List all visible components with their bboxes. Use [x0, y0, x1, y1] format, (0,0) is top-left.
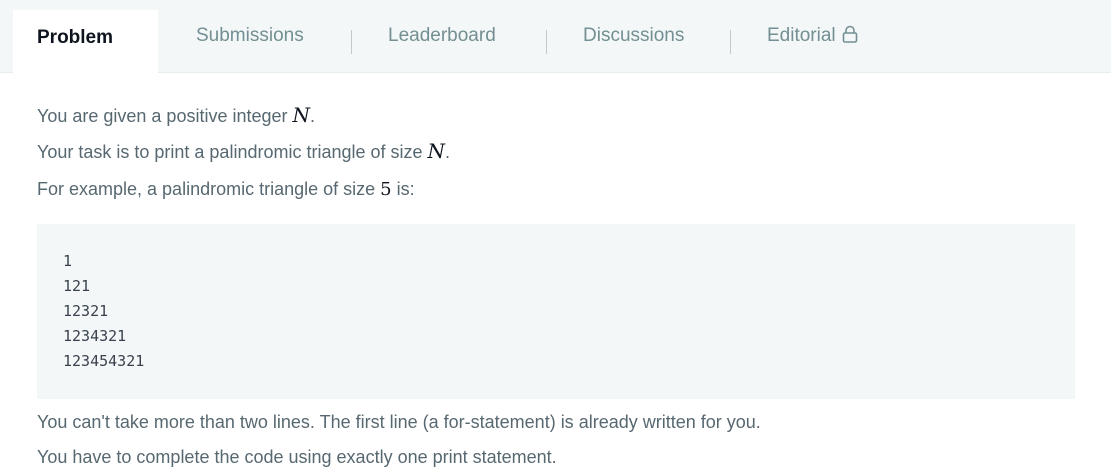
tab-submissions-label: Submissions [196, 25, 304, 46]
tab-divider [546, 30, 547, 54]
problem-tabs: Problem Submissions Leaderboard Discussi… [0, 0, 1111, 73]
tab-divider [730, 30, 731, 54]
tab-editorial-label: Editorial [767, 25, 836, 46]
code-line: 12321 [63, 302, 109, 320]
tab-editorial[interactable]: Editorial [767, 0, 858, 72]
tab-discussions-label: Discussions [583, 25, 685, 46]
statement-line-5: You have to complete the code using exac… [37, 447, 557, 467]
tab-problem-label: Problem [37, 26, 114, 48]
lock-icon [842, 25, 858, 49]
tab-leaderboard[interactable]: Leaderboard [388, 0, 496, 72]
statement-line-1: You are given a positive integer N. [37, 103, 316, 127]
statement-line-4: You can't take more than two lines. The … [37, 412, 761, 432]
tab-problem[interactable]: Problem [13, 10, 158, 73]
tab-discussions[interactable]: Discussions [583, 0, 684, 72]
statement-line-2: Your task is to print a palindromic tria… [37, 139, 451, 163]
code-line: 121 [63, 277, 91, 295]
tab-leaderboard-label: Leaderboard [388, 25, 496, 46]
code-line: 123454321 [63, 352, 145, 370]
code-line: 1234321 [63, 327, 127, 345]
statement-line-3: For example, a palindromic triangle of s… [37, 179, 415, 200]
example-code-block: 1 121 12321 1234321 123454321 [37, 224, 1075, 399]
math-var-n: N [427, 139, 446, 163]
math-var-n: N [292, 103, 311, 127]
code-line: 1 [63, 252, 73, 270]
tab-submissions[interactable]: Submissions [196, 0, 304, 72]
math-number: 5 [380, 179, 392, 200]
tab-divider [351, 30, 352, 54]
